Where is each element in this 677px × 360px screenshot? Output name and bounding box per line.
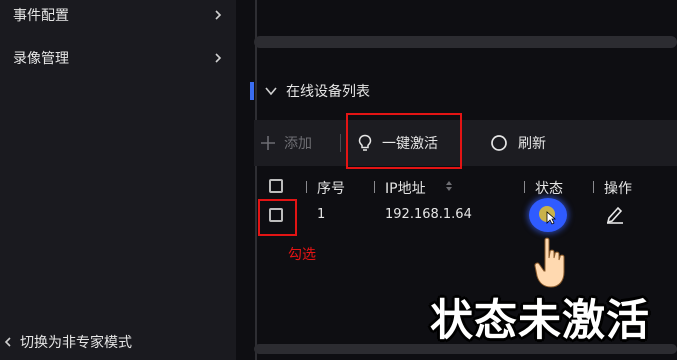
row-index: 1 [317,207,326,222]
switch-mode-label: 切换为非专家模式 [20,335,132,351]
sidebar-item-label: 录像管理 [13,51,69,67]
sidebar-item-label: 事件配置 [13,8,69,24]
activate-highlight-box [346,113,462,169]
inactive-status-icon[interactable] [529,198,567,232]
section-title: 在线设备列表 [286,84,370,100]
switch-mode-button[interactable]: 切换为非专家模式 [0,328,236,356]
sidebar-item-event-config[interactable]: 事件配置 [0,0,236,30]
column-header-action: 操作 [604,181,632,197]
chevron-right-icon [215,53,222,63]
chevron-left-icon [4,337,11,347]
add-button[interactable]: 添加 [260,120,312,166]
chevron-down-icon [265,87,277,96]
status-inactive-caption: 状态未激活 [430,296,650,346]
horizontal-scrollbar-top[interactable] [254,36,677,48]
column-header-status: 状态 [535,181,563,197]
column-separator [593,181,594,193]
edit-icon[interactable] [604,204,626,224]
plus-icon [261,136,275,150]
refresh-button[interactable]: 刷新 [490,120,546,166]
column-separator [524,181,525,193]
column-separator [374,181,375,193]
column-header-ip[interactable]: IP地址 [385,178,426,198]
add-button-label: 添加 [284,136,312,152]
column-separator [306,181,307,193]
checkbox-highlight-box [258,199,297,236]
section-header[interactable]: 在线设备列表 [250,79,370,103]
cursor-icon [546,211,556,225]
check-annotation: 勾选 [288,247,316,263]
table-header: 序号 IP地址 状态 操作 [254,172,677,200]
column-header-index: 序号 [317,181,345,197]
refresh-button-label: 刷新 [518,136,546,152]
sort-icon[interactable] [445,180,453,192]
select-all-checkbox[interactable] [269,179,283,193]
sidebar-item-record-management[interactable]: 录像管理 [0,43,236,73]
sidebar: 事件配置 录像管理 切换为非专家模式 [0,0,236,360]
toolbar: 添加 一键激活 刷新 [254,120,677,166]
pointing-hand-icon [534,237,565,288]
toolbar-divider [340,134,341,152]
refresh-icon [491,135,507,151]
row-ip-address: 192.168.1.64 [385,207,472,222]
section-accent-bar [250,82,254,100]
chevron-right-icon [215,10,222,20]
